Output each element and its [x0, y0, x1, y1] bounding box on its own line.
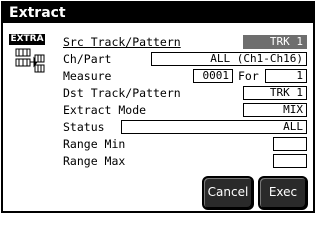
measure-label: Measure — [63, 69, 112, 83]
status-label: Status — [63, 120, 105, 134]
extract-dialog: Extract EXTRA Src Track/Pattern TRK 1 Ch… — [1, 1, 315, 213]
screen: Extract EXTRA Src Track/Pattern TRK 1 Ch… — [0, 0, 320, 218]
cancel-button[interactable]: Cancel — [202, 176, 254, 210]
src-track-pattern-field[interactable]: TRK 1 — [243, 35, 307, 49]
ch-part-field[interactable]: ALL (Ch1-Ch16) — [151, 52, 307, 66]
range-max-label: Range Max — [63, 154, 126, 168]
range-min-label: Range Min — [63, 137, 126, 151]
dst-track-pattern-field[interactable]: TRK 1 — [243, 86, 307, 100]
measure-for-field[interactable]: 1 — [265, 69, 307, 83]
src-track-pattern-label: Src Track/Pattern — [63, 35, 181, 49]
extra-badge: EXTRA — [9, 34, 45, 45]
ch-part-label: Ch/Part — [63, 52, 112, 66]
window-title: Extract — [3, 3, 313, 23]
dst-track-pattern-label: Dst Track/Pattern — [63, 86, 181, 100]
measure-from-field[interactable]: 0001 — [193, 69, 233, 83]
extract-mode-field[interactable]: MIX — [243, 103, 307, 117]
exec-button[interactable]: Exec — [258, 176, 308, 210]
extract-icon — [15, 48, 45, 73]
range-min-field[interactable] — [273, 137, 307, 151]
range-max-field[interactable] — [273, 154, 307, 168]
extract-mode-label: Extract Mode — [63, 103, 147, 117]
status-field[interactable]: ALL — [121, 120, 307, 134]
measure-for-label: For — [238, 69, 259, 83]
